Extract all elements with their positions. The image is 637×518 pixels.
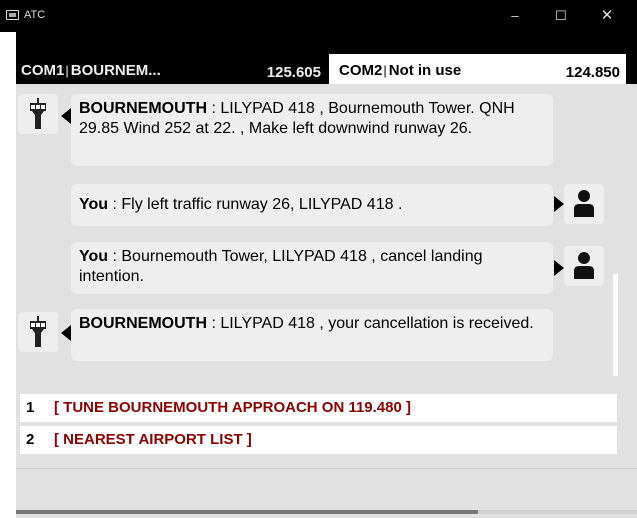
bottom-border	[478, 510, 637, 514]
message-text: : Fly left traffic runway 26, LILYPAD 41…	[108, 196, 403, 213]
message-speaker: You	[79, 196, 109, 213]
scrollbar-thumb[interactable]	[613, 274, 618, 376]
message-speaker: BOURNEMOUTH	[79, 315, 207, 332]
message-bubble: You : Bournemouth Tower, LILYPAD 418 , c…	[71, 242, 553, 294]
message-text: : Bournemouth Tower, LILYPAD 418 , cance…	[79, 248, 483, 285]
bottom-border	[16, 510, 478, 514]
message-log[interactable]: BOURNEMOUTH : LILYPAD 418 , Bournemouth …	[16, 84, 637, 382]
com2-label: COM2| Not in use	[339, 62, 462, 79]
maximize-button[interactable]: ☐	[538, 0, 584, 32]
left-edge	[0, 32, 16, 518]
com1-frequency: 125.605	[266, 64, 321, 81]
minimize-button[interactable]: –	[492, 0, 538, 32]
window-title: ATC	[24, 9, 46, 21]
message-bubble: You : Fly left traffic runway 26, LILYPA…	[71, 184, 553, 226]
speech-pointer	[554, 260, 564, 276]
speech-pointer	[554, 196, 564, 212]
choice-number: 1	[26, 399, 35, 416]
title-bar: ATC – ☐ ✕	[0, 0, 637, 32]
choice-item[interactable]: 2 [ NEAREST AIRPORT LIST ]	[20, 426, 617, 454]
pilot-person-icon	[564, 246, 604, 286]
control-tower-icon	[18, 312, 58, 352]
com1-label: COM1| BOURNEM...	[21, 62, 161, 79]
speech-pointer	[61, 325, 71, 341]
speech-pointer	[61, 108, 71, 124]
choice-text: [ TUNE BOURNEMOUTH APPROACH ON 119.480 ]	[54, 399, 411, 416]
com2-frequency: 124.850	[565, 64, 620, 81]
message-bubble: BOURNEMOUTH : LILYPAD 418 , your cancell…	[71, 309, 553, 361]
choice-item[interactable]: 1 [ TUNE BOURNEMOUTH APPROACH ON 119.480…	[20, 394, 617, 422]
app-icon	[6, 10, 19, 20]
com1-tab[interactable]: COM1| BOURNEM... 125.605	[16, 40, 327, 84]
message-speaker: BOURNEMOUTH	[79, 100, 207, 117]
pilot-person-icon	[564, 184, 604, 224]
message-speaker: You	[79, 248, 109, 265]
com2-station: Not in use	[388, 62, 462, 79]
response-choices: 1 [ TUNE BOURNEMOUTH APPROACH ON 119.480…	[16, 382, 637, 518]
control-tower-icon	[18, 94, 58, 134]
com1-station: BOURNEM...	[70, 62, 161, 79]
choice-number: 2	[26, 431, 35, 448]
divider	[16, 468, 637, 469]
message-bubble: BOURNEMOUTH : LILYPAD 418 , Bournemouth …	[71, 94, 553, 166]
com2-tab[interactable]: COM2| Not in use 124.850	[329, 54, 626, 84]
message-text: : LILYPAD 418 , your cancellation is rec…	[207, 315, 534, 332]
choice-text: [ NEAREST AIRPORT LIST ]	[54, 431, 252, 448]
close-button[interactable]: ✕	[584, 0, 630, 32]
